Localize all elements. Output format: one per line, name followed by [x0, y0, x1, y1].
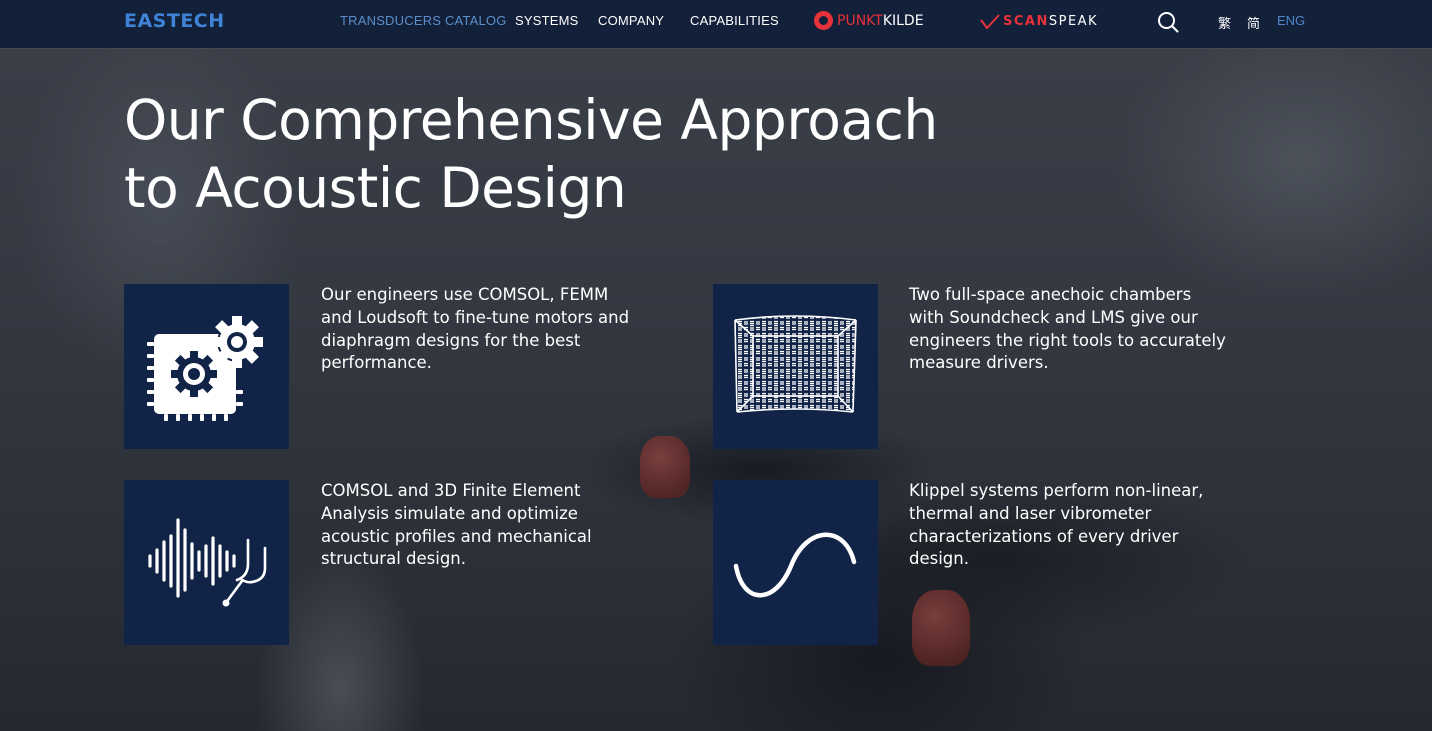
- language-traditional-chinese[interactable]: 繁: [1218, 13, 1231, 32]
- feature-text-anechoic: Two full-space anechoic chambers with So…: [909, 285, 1226, 373]
- language-english[interactable]: ENG: [1277, 13, 1305, 28]
- nav-link-transducers-catalog[interactable]: TRANSDUCERS CATALOG: [340, 13, 507, 28]
- page-title: Our Comprehensive Approach to Acoustic D…: [124, 88, 938, 220]
- search-icon[interactable]: [1157, 11, 1179, 33]
- eastech-logo[interactable]: EASTECH: [124, 10, 225, 32]
- language-simplified-chinese[interactable]: 简: [1247, 13, 1260, 32]
- feature-tile-klippel: [713, 480, 878, 645]
- feature-tile-anechoic: [713, 284, 878, 449]
- nav-link-company[interactable]: COMPANY: [598, 13, 664, 28]
- nav-link-systems[interactable]: SYSTEMS: [515, 13, 579, 28]
- feature-tile-simulation: [124, 284, 289, 449]
- gears-chip-icon: [147, 316, 263, 421]
- top-navigation-bar: EASTECH TRANSDUCERS CATALOG SYSTEMS COMP…: [0, 0, 1432, 48]
- punktkilde-logo-icon: [814, 11, 833, 30]
- punktkilde-wordmark-part1: PUNKT: [837, 12, 883, 29]
- sine-wave-icon: [733, 532, 857, 598]
- waveform-tuning-fork-icon: [148, 518, 267, 607]
- scanspeak-logo-icon: [980, 14, 1000, 30]
- scanspeak-brand-link[interactable]: SCANSPEAK: [980, 12, 1098, 30]
- punktkilde-brand-link[interactable]: PUNKTKILDE: [814, 11, 924, 30]
- scanspeak-wordmark-part1: SCAN: [1003, 13, 1049, 29]
- feature-text-simulation: Our engineers use COMSOL, FEMM and Louds…: [321, 285, 630, 373]
- nav-link-capabilities[interactable]: CAPABILITIES: [690, 13, 779, 28]
- punktkilde-wordmark-part2: KILDE: [882, 12, 924, 29]
- anechoic-chamber-icon: [734, 315, 857, 413]
- scanspeak-wordmark: SCANSPEAK: [1003, 14, 1098, 29]
- scanspeak-wordmark-part2: SPEAK: [1048, 13, 1099, 29]
- punktkilde-wordmark: PUNKTKILDE: [837, 13, 924, 29]
- feature-tile-fea: [124, 480, 289, 645]
- feature-text-klippel: Klippel systems perform non-linear, ther…: [909, 481, 1204, 569]
- feature-text-fea: COMSOL and 3D Finite Element Analysis si…: [321, 481, 592, 569]
